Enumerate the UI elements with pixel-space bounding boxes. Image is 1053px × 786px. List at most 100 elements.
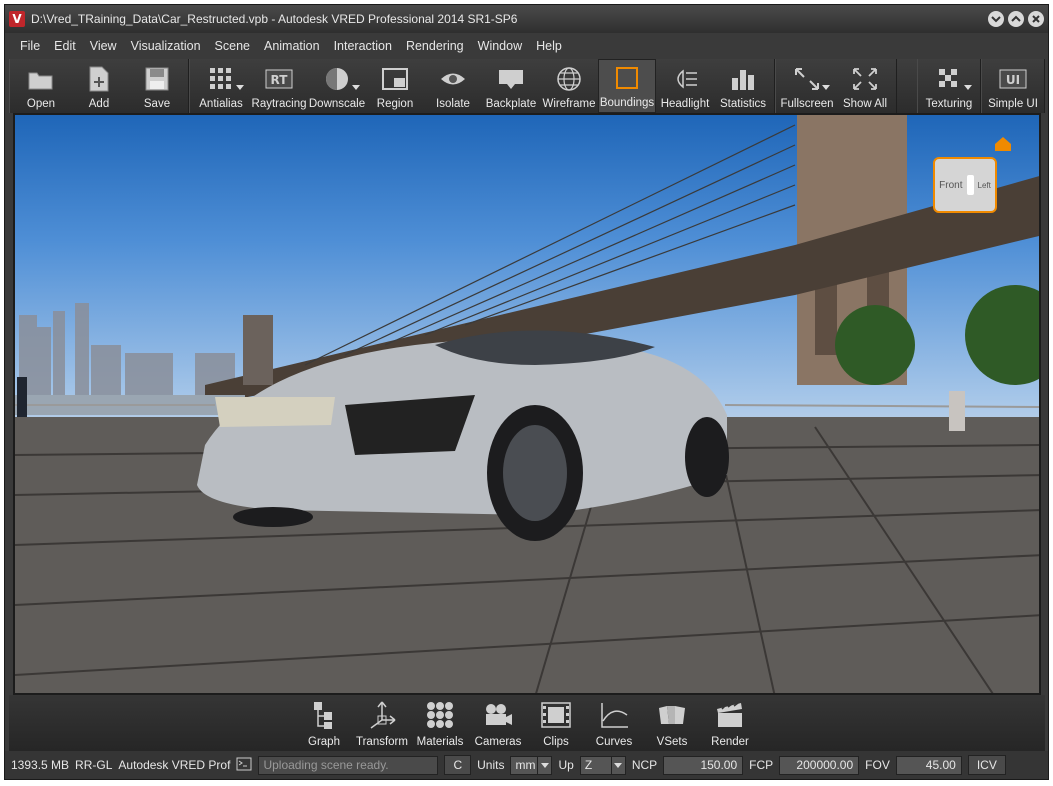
status-bar: 1393.5 MB RR-GL Autodesk VRED Prof Uploa… [5, 751, 1048, 779]
materials-icon [425, 700, 455, 730]
menu-help[interactable]: Help [529, 39, 569, 53]
scene-render [15, 115, 1039, 693]
window-title: D:\Vred_TRaining_Data\Car_Restructed.vpb… [31, 12, 518, 26]
home-icon[interactable] [993, 135, 1013, 156]
dropdown-arrow-icon[interactable] [964, 85, 972, 90]
renderer-readout: RR-GL [75, 758, 113, 772]
title-bar: V D:\Vred_TRaining_Data\Car_Restructed.v… [5, 5, 1048, 33]
maximize-button[interactable] [1008, 11, 1024, 27]
antialias-button[interactable]: Antialias [192, 59, 250, 113]
menu-visualization[interactable]: Visualization [124, 39, 208, 53]
render-viewport[interactable]: Front Left [13, 113, 1041, 695]
menu-view[interactable]: View [83, 39, 124, 53]
up-axis-select[interactable]: Z [579, 755, 626, 775]
minimize-button[interactable] [988, 11, 1004, 27]
log-field[interactable]: Uploading scene ready. [258, 755, 439, 775]
main-toolbar: Open Add Save Antialias RT Raytracing Do… [9, 59, 1045, 113]
antialias-icon [207, 66, 235, 92]
navigation-cube[interactable]: Front Left [933, 157, 997, 213]
vsets-icon [657, 700, 687, 730]
statistics-button[interactable]: Statistics [714, 59, 772, 113]
dropdown-arrow-icon[interactable] [236, 85, 244, 90]
fov-field[interactable]: 45.00 [895, 755, 962, 775]
menu-edit[interactable]: Edit [47, 39, 83, 53]
curves-button[interactable]: Curves [585, 695, 643, 751]
boundings-button[interactable]: Boundings [598, 59, 656, 113]
backplate-button[interactable]: Backplate [482, 59, 540, 113]
curves-icon [599, 700, 629, 730]
simple-ui-icon: UI [999, 66, 1027, 92]
units-select[interactable]: mm [510, 755, 553, 775]
ncp-field[interactable]: 150.00 [663, 755, 744, 775]
dropdown-arrow-icon[interactable] [822, 85, 830, 90]
memory-readout: 1393.5 MB [11, 758, 70, 772]
file-group: Open Add Save [9, 59, 189, 113]
menu-scene[interactable]: Scene [208, 39, 257, 53]
isolate-button[interactable]: Isolate [424, 59, 482, 113]
app-readout: Autodesk VRED Prof [118, 758, 231, 772]
app-window: V D:\Vred_TRaining_Data\Car_Restructed.v… [4, 4, 1049, 780]
headlight-button[interactable]: Headlight [656, 59, 714, 113]
module-toolbar: Graph Transform Materials Cameras Clips … [9, 695, 1045, 751]
menu-rendering[interactable]: Rendering [399, 39, 471, 53]
up-label: Up [558, 758, 574, 772]
open-button[interactable]: Open [12, 59, 70, 113]
close-button[interactable] [1028, 11, 1044, 27]
ncp-label: NCP [631, 758, 658, 772]
render-button[interactable]: Render [701, 695, 759, 751]
downscale-button[interactable]: Downscale [308, 59, 366, 113]
region-button[interactable]: Region [366, 59, 424, 113]
units-label: Units [477, 758, 505, 772]
fcp-label: FCP [749, 758, 774, 772]
vsets-button[interactable]: VSets [643, 695, 701, 751]
add-file-icon [85, 66, 113, 92]
add-button[interactable]: Add [70, 59, 128, 113]
cameras-button[interactable]: Cameras [469, 695, 527, 751]
chevron-down-icon [991, 16, 1001, 23]
rt-icon: RT [265, 66, 293, 92]
show-all-button[interactable]: Show All [836, 59, 894, 113]
show-all-icon [851, 66, 879, 92]
materials-button[interactable]: Materials [411, 695, 469, 751]
vred-logo-icon: V [9, 11, 25, 27]
simple-ui-button[interactable]: UI Simple UI [984, 59, 1042, 113]
fcp-field[interactable]: 200000.00 [779, 755, 860, 775]
dropdown-arrow-icon[interactable] [352, 85, 360, 90]
menu-window[interactable]: Window [471, 39, 529, 53]
texturing-icon [935, 66, 963, 92]
graph-button[interactable]: Graph [295, 695, 353, 751]
svg-text:RT: RT [271, 73, 289, 87]
fullscreen-button[interactable]: Fullscreen [778, 59, 836, 113]
chevron-down-icon [537, 756, 551, 774]
up-axis-value: Z [584, 758, 593, 772]
raytracing-button[interactable]: RT Raytracing [250, 59, 308, 113]
texturing-button[interactable]: Texturing [920, 59, 978, 113]
headlight-icon [671, 66, 699, 92]
save-icon [143, 66, 171, 92]
save-button[interactable]: Save [128, 59, 186, 113]
fullscreen-icon [793, 66, 821, 92]
clear-log-button[interactable]: C [444, 755, 472, 775]
transform-icon [367, 700, 397, 730]
render-group: Antialias RT Raytracing Downscale Region… [189, 59, 775, 113]
navcube-front-label: Front [939, 179, 963, 191]
clips-button[interactable]: Clips [527, 695, 585, 751]
menu-file[interactable]: File [13, 39, 47, 53]
terminal-icon[interactable] [236, 757, 252, 774]
graph-icon [309, 700, 339, 730]
view-group: Fullscreen Show All [775, 59, 897, 113]
menu-interaction[interactable]: Interaction [327, 39, 399, 53]
menu-bar: File Edit View Visualization Scene Anima… [5, 33, 1048, 59]
texture-group: Texturing [917, 59, 981, 113]
icv-button[interactable]: ICV [967, 755, 1006, 775]
camera-icon [483, 700, 513, 730]
transform-button[interactable]: Transform [353, 695, 411, 751]
units-value: mm [515, 758, 536, 772]
wireframe-button[interactable]: Wireframe [540, 59, 598, 113]
chevron-down-icon [610, 756, 625, 774]
boundings-icon [613, 65, 641, 91]
fov-label: FOV [865, 758, 890, 772]
menu-animation[interactable]: Animation [257, 39, 327, 53]
region-icon [381, 66, 409, 92]
